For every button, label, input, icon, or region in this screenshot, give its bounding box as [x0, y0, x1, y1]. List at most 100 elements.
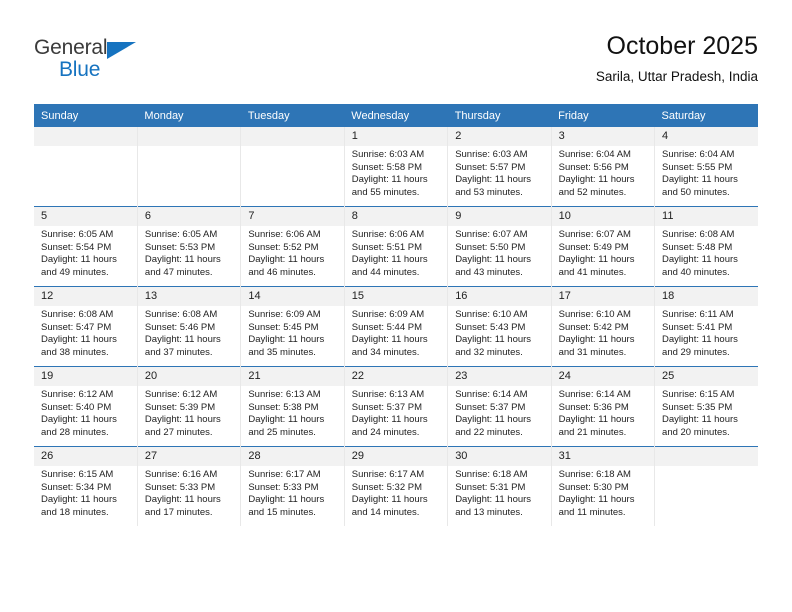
sunrise-text: Sunrise: 6:09 AM	[248, 309, 321, 320]
sunset-text: Sunset: 5:32 PM	[351, 481, 422, 493]
calendar-day-cell[interactable]: 21 Sunrise: 6:13 AM Sunset: 5:38 PM Dayligh…	[240, 366, 345, 447]
page-subtitle: Sarila, Uttar Pradesh, India	[595, 69, 758, 84]
sunset-text: Sunset: 5:37 PM	[455, 401, 526, 413]
daylight-text: Daylight: 11 hours and 21 minutes.	[558, 414, 635, 438]
day-info: Sunrise: 6:07 AM Sunset: 5:49 PM Daylight:…	[552, 226, 654, 279]
daylight-text: Daylight: 11 hours and 37 minutes.	[144, 334, 221, 358]
calendar-day-cell[interactable]: 22 Sunrise: 6:13 AM Sunset: 5:37 PM Dayligh…	[344, 366, 449, 447]
day-number: 18	[655, 287, 758, 306]
calendar-day-cell[interactable]: 26 Sunrise: 6:15 AM Sunset: 5:34 PM Dayligh…	[34, 446, 138, 526]
sunset-text: Sunset: 5:41 PM	[662, 321, 733, 333]
sunset-text: Sunset: 5:54 PM	[41, 241, 112, 253]
day-info: Sunrise: 6:14 AM Sunset: 5:36 PM Daylight:…	[552, 386, 654, 439]
sunrise-text: Sunrise: 6:08 AM	[662, 229, 735, 240]
sunrise-text: Sunrise: 6:06 AM	[351, 229, 425, 240]
calendar-day-cell[interactable]: 31 Sunrise: 6:18 AM Sunset: 5:30 PM Dayligh…	[551, 446, 656, 526]
day-info: Sunrise: 6:05 AM Sunset: 5:53 PM Daylight:…	[138, 226, 240, 279]
daylight-text: Daylight: 11 hours and 15 minutes.	[248, 494, 325, 518]
sunset-text: Sunset: 5:36 PM	[558, 401, 629, 413]
calendar-day-cell[interactable]: 7 Sunrise: 6:06 AM Sunset: 5:52 PM Daylight…	[240, 206, 345, 287]
calendar-day-cell[interactable]: 18 Sunrise: 6:11 AM Sunset: 5:41 PM Dayligh…	[654, 286, 758, 367]
calendar-day-cell[interactable]: 4 Sunrise: 6:04 AM Sunset: 5:55 PM Daylight…	[654, 127, 758, 207]
daylight-text: Daylight: 11 hours and 27 minutes.	[144, 414, 221, 438]
day-number: 5	[34, 207, 137, 226]
calendar-day-cell[interactable]: 15 Sunrise: 6:09 AM Sunset: 5:44 PM Dayligh…	[344, 286, 449, 367]
day-info: Sunrise: 6:12 AM Sunset: 5:39 PM Daylight:…	[138, 386, 240, 439]
calendar-day-cell[interactable]: 8 Sunrise: 6:06 AM Sunset: 5:51 PM Daylight…	[344, 206, 449, 287]
day-number: 19	[34, 367, 137, 386]
day-number: 2	[448, 127, 551, 146]
calendar-day-cell[interactable]: 14 Sunrise: 6:09 AM Sunset: 5:45 PM Dayligh…	[240, 286, 345, 367]
calendar-header-row: Sunday Monday Tuesday Wednesday Thursday…	[34, 104, 758, 127]
daylight-text: Daylight: 11 hours and 28 minutes.	[41, 414, 117, 438]
calendar-grid: Sunday Monday Tuesday Wednesday Thursday…	[34, 104, 758, 526]
calendar-day-cell[interactable]: 25 Sunrise: 6:15 AM Sunset: 5:35 PM Dayligh…	[654, 366, 758, 447]
daylight-text: Daylight: 11 hours and 18 minutes.	[41, 494, 117, 518]
daylight-text: Daylight: 11 hours and 46 minutes.	[248, 254, 325, 278]
daylight-text: Daylight: 11 hours and 31 minutes.	[558, 334, 635, 358]
calendar-day-cell[interactable]: 16 Sunrise: 6:10 AM Sunset: 5:43 PM Dayligh…	[447, 286, 552, 367]
day-number: 24	[551, 367, 655, 386]
sunrise-text: Sunrise: 6:04 AM	[662, 149, 735, 160]
calendar-day-cell-empty	[34, 127, 138, 207]
day-number: 8	[344, 207, 448, 226]
sunrise-text: Sunrise: 6:16 AM	[144, 469, 218, 480]
sunset-text: Sunset: 5:42 PM	[558, 321, 629, 333]
day-info: Sunrise: 6:18 AM Sunset: 5:30 PM Daylight:…	[552, 466, 654, 519]
sunset-text: Sunset: 5:43 PM	[455, 321, 526, 333]
sunset-text: Sunset: 5:47 PM	[41, 321, 112, 333]
calendar-day-cell[interactable]: 30 Sunrise: 6:18 AM Sunset: 5:31 PM Dayligh…	[447, 446, 552, 526]
calendar-day-cell[interactable]: 11 Sunrise: 6:08 AM Sunset: 5:48 PM Dayligh…	[654, 206, 758, 287]
calendar-day-cell[interactable]: 5 Sunrise: 6:05 AM Sunset: 5:54 PM Daylight…	[34, 206, 138, 287]
calendar-day-cell[interactable]: 20 Sunrise: 6:12 AM Sunset: 5:39 PM Dayligh…	[137, 366, 242, 447]
calendar-day-cell[interactable]: 3 Sunrise: 6:04 AM Sunset: 5:56 PM Daylight…	[551, 127, 656, 207]
daylight-text: Daylight: 11 hours and 32 minutes.	[455, 334, 532, 358]
calendar-day-cell[interactable]: 19 Sunrise: 6:12 AM Sunset: 5:40 PM Dayligh…	[34, 366, 138, 447]
calendar-day-cell[interactable]: 27 Sunrise: 6:16 AM Sunset: 5:33 PM Dayligh…	[137, 446, 242, 526]
sunset-text: Sunset: 5:39 PM	[144, 401, 216, 413]
sunrise-text: Sunrise: 6:14 AM	[558, 389, 631, 400]
day-info: Sunrise: 6:15 AM Sunset: 5:35 PM Daylight:…	[655, 386, 758, 439]
sunset-text: Sunset: 5:31 PM	[455, 481, 526, 493]
calendar-day-cell[interactable]: 13 Sunrise: 6:08 AM Sunset: 5:46 PM Dayligh…	[137, 286, 242, 367]
daylight-text: Daylight: 11 hours and 47 minutes.	[144, 254, 221, 278]
sunset-text: Sunset: 5:56 PM	[558, 161, 629, 173]
sunset-text: Sunset: 5:33 PM	[248, 481, 319, 493]
sunrise-text: Sunrise: 6:11 AM	[662, 309, 734, 320]
calendar-day-cell[interactable]: 12 Sunrise: 6:08 AM Sunset: 5:47 PM Dayligh…	[34, 286, 138, 367]
calendar-day-cell[interactable]: 17 Sunrise: 6:10 AM Sunset: 5:42 PM Dayligh…	[551, 286, 656, 367]
sunrise-text: Sunrise: 6:09 AM	[351, 309, 425, 320]
day-info: Sunrise: 6:03 AM Sunset: 5:57 PM Daylight:…	[448, 146, 550, 199]
day-number: 21	[241, 367, 344, 386]
calendar-day-cell[interactable]: 9 Sunrise: 6:07 AM Sunset: 5:50 PM Daylight…	[447, 206, 552, 287]
calendar-day-cell[interactable]: 6 Sunrise: 6:05 AM Sunset: 5:53 PM Daylight…	[137, 206, 242, 287]
general-blue-logo[interactable]: General Blue	[34, 36, 174, 84]
sunset-text: Sunset: 5:46 PM	[144, 321, 216, 333]
day-number: 26	[34, 447, 137, 466]
sunset-text: Sunset: 5:33 PM	[144, 481, 216, 493]
calendar-day-cell[interactable]: 24 Sunrise: 6:14 AM Sunset: 5:36 PM Dayligh…	[551, 366, 656, 447]
calendar-day-cell[interactable]: 23 Sunrise: 6:14 AM Sunset: 5:37 PM Dayligh…	[447, 366, 552, 447]
calendar-day-cell[interactable]: 29 Sunrise: 6:17 AM Sunset: 5:32 PM Dayligh…	[344, 446, 449, 526]
day-number: 4	[655, 127, 758, 146]
day-number: 7	[241, 207, 344, 226]
triangle-icon	[107, 42, 136, 59]
sunrise-text: Sunrise: 6:07 AM	[455, 229, 528, 240]
day-info: Sunrise: 6:04 AM Sunset: 5:56 PM Daylight:…	[552, 146, 654, 199]
calendar-day-cell[interactable]: 28 Sunrise: 6:17 AM Sunset: 5:33 PM Dayligh…	[240, 446, 345, 526]
day-number: 15	[344, 287, 448, 306]
sunrise-text: Sunrise: 6:08 AM	[144, 309, 218, 320]
daylight-text: Daylight: 11 hours and 38 minutes.	[41, 334, 117, 358]
sunrise-text: Sunrise: 6:18 AM	[558, 469, 631, 480]
sunset-text: Sunset: 5:34 PM	[41, 481, 112, 493]
daylight-text: Daylight: 11 hours and 14 minutes.	[351, 494, 428, 518]
weekday-header-row: Sunday Monday Tuesday Wednesday Thursday…	[34, 104, 758, 127]
daylight-text: Daylight: 11 hours and 20 minutes.	[662, 414, 738, 438]
calendar-day-cell[interactable]: 2 Sunrise: 6:03 AM Sunset: 5:57 PM Daylight…	[447, 127, 552, 207]
calendar-day-cell[interactable]: 1 Sunrise: 6:03 AM Sunset: 5:58 PM Daylight…	[344, 127, 449, 207]
calendar-day-cell[interactable]: 10 Sunrise: 6:07 AM Sunset: 5:49 PM Dayligh…	[551, 206, 656, 287]
day-number: 25	[655, 367, 758, 386]
day-number: 16	[448, 287, 551, 306]
daylight-text: Daylight: 11 hours and 50 minutes.	[662, 174, 738, 198]
daylight-text: Daylight: 11 hours and 13 minutes.	[455, 494, 532, 518]
